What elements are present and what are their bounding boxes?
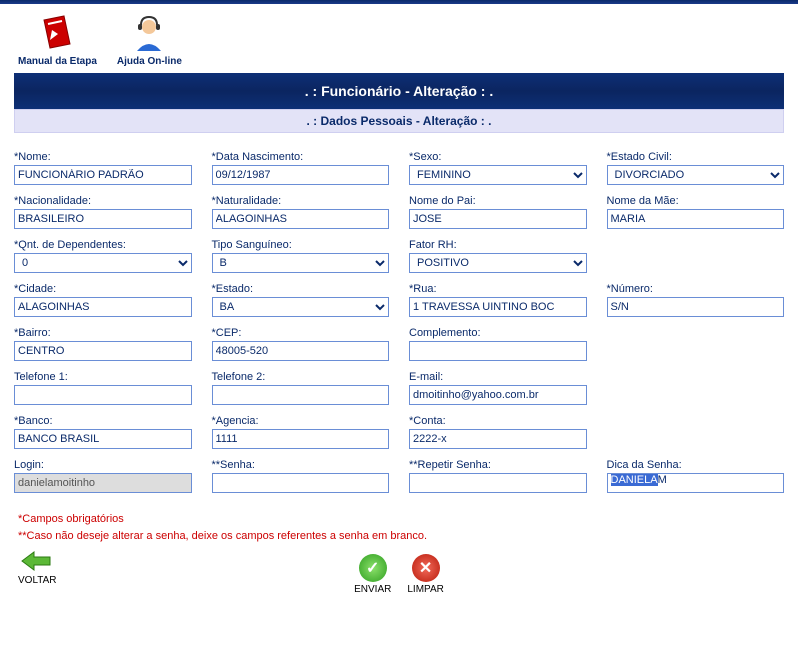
label-banco: *Banco: [14, 415, 192, 427]
note-password: **Caso não deseje alterar a senha, deixe… [18, 528, 780, 545]
limpar-button[interactable]: ✕ LIMPAR [407, 554, 444, 595]
label-tel2: Telefone 2: [212, 371, 390, 383]
dica-input-wrapper[interactable]: DANIELAM [607, 473, 785, 493]
numero-input[interactable] [607, 297, 785, 317]
email-input[interactable] [409, 385, 587, 405]
senha-input[interactable] [212, 473, 390, 493]
label-estado-civil: *Estado Civil: [607, 151, 785, 163]
bairro-input[interactable] [14, 341, 192, 361]
x-icon: ✕ [412, 554, 440, 582]
manual-label: Manual da Etapa [18, 56, 97, 67]
label-naturalidade: *Naturalidade: [212, 195, 390, 207]
label-complemento: Complemento: [409, 327, 587, 339]
label-estado: *Estado: [212, 283, 390, 295]
check-icon: ✓ [359, 554, 387, 582]
dependentes-select[interactable]: 0 [14, 253, 192, 273]
tel2-input[interactable] [212, 385, 390, 405]
arrow-left-icon [20, 550, 54, 572]
ajuda-online-button[interactable]: Ajuda On-line [117, 12, 182, 67]
book-icon [36, 12, 78, 54]
action-buttons: VOLTAR ✓ ENVIAR ✕ LIMPAR [0, 550, 798, 605]
label-nome: *Nome: [14, 151, 192, 163]
label-bairro: *Bairro: [14, 327, 192, 339]
label-nome-mae: Nome da Mãe: [607, 195, 785, 207]
label-tipo-sang: Tipo Sanguíneo: [212, 239, 390, 251]
label-fator-rh: Fator RH: [409, 239, 587, 251]
label-tel1: Telefone 1: [14, 371, 192, 383]
form: *Nome: *Data Nascimento: *Sexo:FEMININO … [0, 133, 798, 507]
header-icons: Manual da Etapa Ajuda On-line [0, 4, 798, 73]
ajuda-label: Ajuda On-line [117, 56, 182, 67]
estado-select[interactable]: BA [212, 297, 390, 317]
dica-input[interactable] [607, 473, 785, 493]
complemento-input[interactable] [409, 341, 587, 361]
enviar-label: ENVIAR [354, 584, 391, 595]
rua-input[interactable] [409, 297, 587, 317]
nome-mae-input[interactable] [607, 209, 785, 229]
label-dependentes: *Qnt. de Dependentes: [14, 239, 192, 251]
agencia-input[interactable] [212, 429, 390, 449]
banco-input[interactable] [14, 429, 192, 449]
manual-da-etapa-button[interactable]: Manual da Etapa [18, 12, 97, 67]
label-repetir-senha: **Repetir Senha: [409, 459, 587, 471]
label-cidade: *Cidade: [14, 283, 192, 295]
cep-input[interactable] [212, 341, 390, 361]
conta-input[interactable] [409, 429, 587, 449]
nome-input[interactable] [14, 165, 192, 185]
naturalidade-input[interactable] [212, 209, 390, 229]
section-title: . : Dados Pessoais - Alteração : . [14, 109, 784, 133]
label-sexo: *Sexo: [409, 151, 587, 163]
voltar-label: VOLTAR [18, 575, 57, 586]
tel1-input[interactable] [14, 385, 192, 405]
label-conta: *Conta: [409, 415, 587, 427]
label-nome-pai: Nome do Pai: [409, 195, 587, 207]
sexo-select[interactable]: FEMININO [409, 165, 587, 185]
label-dica: Dica da Senha: [607, 459, 785, 471]
label-cep: *CEP: [212, 327, 390, 339]
label-email: E-mail: [409, 371, 587, 383]
login-input [14, 473, 192, 493]
label-login: Login: [14, 459, 192, 471]
note-required: *Campos obrigatórios [18, 511, 780, 528]
label-agencia: *Agencia: [212, 415, 390, 427]
data-nasc-input[interactable] [212, 165, 390, 185]
estado-civil-select[interactable]: DIVORCIADO [607, 165, 785, 185]
repetir-senha-input[interactable] [409, 473, 587, 493]
limpar-label: LIMPAR [407, 584, 444, 595]
nome-pai-input[interactable] [409, 209, 587, 229]
page-title: . : Funcionário - Alteração : . [14, 73, 784, 109]
footnotes: *Campos obrigatórios **Caso não deseje a… [0, 507, 798, 550]
voltar-button[interactable]: VOLTAR [18, 550, 57, 586]
cidade-input[interactable] [14, 297, 192, 317]
label-senha: **Senha: [212, 459, 390, 471]
label-data-nasc: *Data Nascimento: [212, 151, 390, 163]
fator-rh-select[interactable]: POSITIVO [409, 253, 587, 273]
enviar-button[interactable]: ✓ ENVIAR [354, 554, 391, 595]
label-nacionalidade: *Nacionalidade: [14, 195, 192, 207]
headset-person-icon [128, 12, 170, 54]
label-rua: *Rua: [409, 283, 587, 295]
label-numero: *Número: [607, 283, 785, 295]
tipo-sang-select[interactable]: B [212, 253, 390, 273]
nacionalidade-input[interactable] [14, 209, 192, 229]
